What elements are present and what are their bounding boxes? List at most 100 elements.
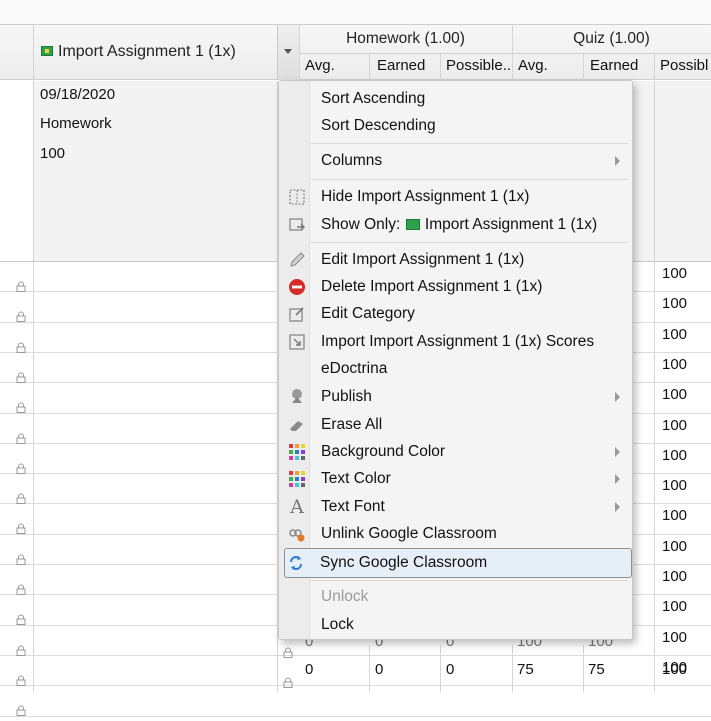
subheader-earned[interactable]: Earned	[590, 57, 638, 74]
row-lock-icon[interactable]	[16, 400, 26, 413]
eraser-icon	[288, 416, 306, 434]
import-scores-icon	[288, 333, 306, 351]
menu-item-sort-descending[interactable]: Sort Descending	[280, 112, 632, 140]
menu-item-background-color[interactable]: Background Color	[280, 438, 632, 466]
edit-category-icon	[288, 305, 306, 323]
score-cell[interactable]: 100	[662, 538, 687, 555]
menu-item-label: Edit Category	[321, 305, 415, 322]
score-cell[interactable]: 100	[588, 640, 613, 649]
hide-column-icon	[288, 188, 306, 206]
subheader-avg[interactable]: Avg.	[518, 57, 548, 74]
menu-item-label: Unlink Google Classroom	[321, 525, 497, 542]
score-cell[interactable]: 100	[662, 356, 687, 373]
row-lock-icon[interactable]	[16, 461, 26, 474]
row-lock-icon[interactable]	[16, 673, 26, 686]
info-cell-right	[632, 81, 711, 261]
menu-item-edit-assignment[interactable]: Edit Import Assignment 1 (1x)	[280, 246, 632, 274]
score-cell[interactable]: 0	[305, 661, 313, 678]
submenu-arrow-icon	[615, 474, 620, 484]
menu-item-label: Show Only: Import Assignment 1 (1x)	[321, 216, 597, 234]
score-cell[interactable]: 100	[662, 447, 687, 464]
menu-item-unlink-google-classroom[interactable]: Unlink Google Classroom	[280, 520, 632, 548]
menu-item-label: Import Import Assignment 1 (1x) Scores	[321, 333, 595, 350]
menu-item-text-color[interactable]: Text Color	[280, 465, 632, 493]
column-dropdown-button[interactable]	[278, 25, 299, 80]
row-lock-icon[interactable]	[16, 340, 26, 353]
color-grid-icon	[288, 470, 306, 488]
assignment-info-cell	[34, 81, 278, 261]
top-strip	[0, 0, 711, 24]
group-header-label: Homework (1.00)	[346, 30, 465, 47]
row-lock-icon[interactable]	[16, 612, 26, 625]
show-only-icon	[288, 216, 306, 234]
score-cell[interactable]: 0	[446, 640, 454, 649]
menu-item-label: Sync Google Classroom	[320, 554, 488, 571]
menu-item-publish[interactable]: Publish	[280, 383, 632, 411]
delete-icon	[288, 278, 306, 296]
show-only-prefix: Show Only:	[321, 216, 401, 233]
menu-item-columns[interactable]: Columns	[280, 147, 632, 175]
color-grid-icon	[288, 443, 306, 461]
menu-item-lock[interactable]: Lock	[280, 611, 632, 639]
score-cell[interactable]: 0	[446, 661, 454, 678]
row-divider	[0, 716, 711, 717]
score-cell[interactable]: 100	[662, 265, 687, 282]
google-classroom-icon	[405, 219, 420, 230]
menu-item-text-font[interactable]: A Text Font	[280, 493, 632, 521]
menu-item-show-only[interactable]: Show Only: Import Assignment 1 (1x)	[280, 211, 632, 239]
subheader-avg[interactable]: Avg.	[305, 57, 335, 74]
score-cell[interactable]: 100	[517, 640, 542, 649]
score-cell[interactable]: 100	[662, 326, 687, 343]
submenu-arrow-icon	[615, 502, 620, 512]
score-cell[interactable]: 100	[662, 477, 687, 494]
pencil-icon	[288, 251, 306, 269]
row-lock-icon[interactable]	[283, 645, 293, 658]
menu-item-label: Delete Import Assignment 1 (1x)	[321, 278, 543, 295]
row-lock-icon[interactable]	[16, 491, 26, 504]
score-cell[interactable]: 100	[662, 295, 687, 312]
menu-item-label: Publish	[321, 388, 372, 405]
score-cell[interactable]: 100	[662, 386, 687, 403]
row-lock-icon[interactable]	[16, 279, 26, 292]
row-lock-icon[interactable]	[16, 582, 26, 595]
submenu-arrow-icon	[615, 156, 620, 166]
score-cell[interactable]: 100	[662, 629, 687, 646]
subheader-possible[interactable]: Possibl	[660, 57, 708, 74]
score-cell[interactable]: 0	[375, 640, 383, 649]
column-context-menu: Sort Ascending Sort Descending Columns H…	[278, 80, 633, 640]
row-lock-icon[interactable]	[16, 521, 26, 534]
menu-item-label: Edit Import Assignment 1 (1x)	[321, 251, 525, 268]
menu-item-label: Lock	[321, 616, 354, 633]
row-lock-icon[interactable]	[16, 309, 26, 322]
score-cell[interactable]: 0	[375, 661, 383, 678]
subheader-earned[interactable]: Earned	[377, 57, 425, 74]
menu-item-delete-assignment[interactable]: Delete Import Assignment 1 (1x)	[280, 273, 632, 301]
score-cell[interactable]: 100	[662, 661, 687, 678]
row-lock-icon[interactable]	[283, 675, 293, 688]
menu-item-edit-category[interactable]: Edit Category	[280, 300, 632, 328]
row-lock-icon[interactable]	[16, 703, 26, 716]
menu-item-hide-column[interactable]: Hide Import Assignment 1 (1x)	[280, 183, 632, 211]
score-cell[interactable]: 100	[662, 507, 687, 524]
menu-item-label: Text Font	[321, 498, 385, 515]
menu-item-label: eDoctrina	[321, 360, 388, 377]
menu-item-sync-google-classroom[interactable]: Sync Google Classroom	[284, 548, 632, 578]
menu-item-unlock: Unlock	[280, 583, 632, 611]
row-lock-icon[interactable]	[16, 643, 26, 656]
score-cell[interactable]: 100	[662, 417, 687, 434]
menu-item-sort-ascending[interactable]: Sort Ascending	[280, 85, 632, 113]
menu-item-erase-all[interactable]: Erase All	[280, 411, 632, 439]
score-cell[interactable]: 100	[662, 598, 687, 615]
menu-item-edoctrina[interactable]: eDoctrina	[280, 355, 632, 383]
row-lock-icon[interactable]	[16, 370, 26, 383]
column-header-import-assignment[interactable]: Import Assignment 1 (1x)	[34, 25, 277, 80]
row-lock-icon[interactable]	[16, 552, 26, 565]
score-cell[interactable]: 0	[305, 640, 313, 649]
publish-icon	[288, 388, 306, 406]
score-cell[interactable]: 100	[662, 568, 687, 585]
score-cell[interactable]: 75	[588, 661, 605, 678]
subheader-possible[interactable]: Possible..	[446, 57, 511, 74]
menu-item-import-scores[interactable]: Import Import Assignment 1 (1x) Scores	[280, 328, 632, 356]
score-cell[interactable]: 75	[517, 661, 534, 678]
row-lock-icon[interactable]	[16, 431, 26, 444]
